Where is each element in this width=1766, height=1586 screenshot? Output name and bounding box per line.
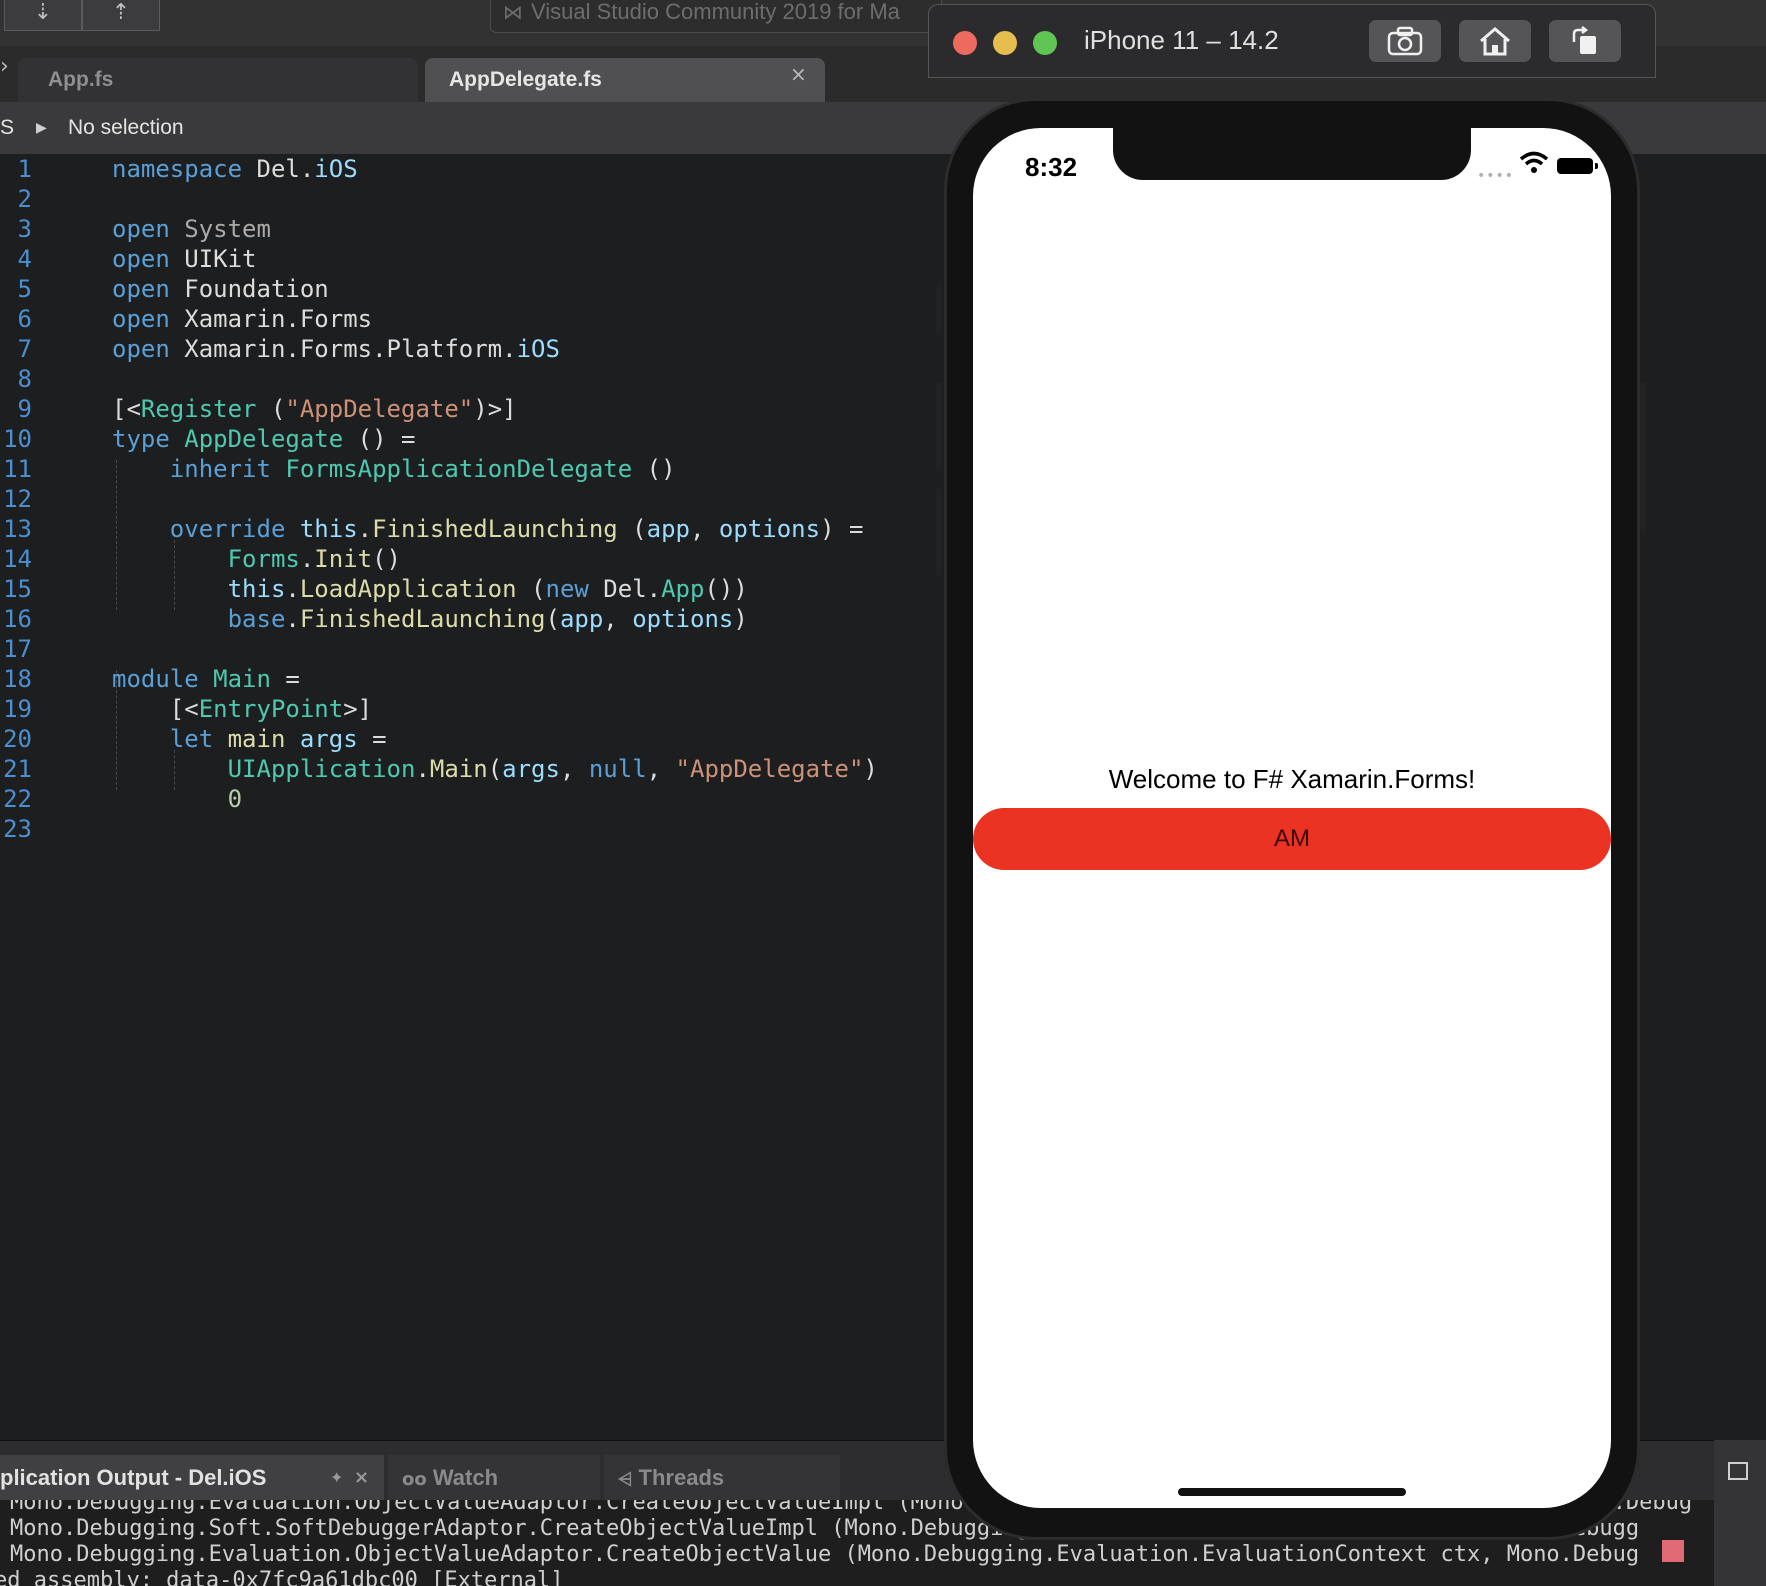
stop-output-button[interactable]	[1662, 1540, 1684, 1562]
screenshot-button[interactable]	[1369, 20, 1441, 62]
code-line-18: module Main =	[112, 665, 300, 693]
breadcrumb-selection[interactable]: No selection	[68, 102, 184, 154]
line-number: 23	[3, 815, 32, 843]
line-number: 2	[17, 185, 32, 213]
code-line-5: open Foundation	[112, 275, 329, 303]
volume-down-button	[936, 488, 942, 576]
line-number: 5	[17, 275, 32, 303]
line-number: 14	[3, 545, 32, 573]
close-window-button[interactable]	[953, 31, 977, 55]
mute-switch	[936, 284, 942, 334]
home-button[interactable]	[1459, 20, 1531, 62]
pin-icon[interactable]: ✦	[330, 1455, 343, 1501]
code-line-11: inherit FormsApplicationDelegate ()	[169, 455, 676, 483]
step-out-button[interactable]: ⇡	[82, 0, 160, 31]
line-number: 6	[17, 305, 32, 333]
line-number: 1	[17, 155, 32, 183]
tab-appdelegate-fs[interactable]: AppDelegate.fs	[425, 58, 825, 102]
line-number: 18	[3, 665, 32, 693]
zoom-window-button[interactable]	[1033, 31, 1057, 55]
threads-icon: ⩤	[618, 1469, 633, 1490]
step-into-icon: ⇣	[33, 0, 53, 25]
code-line-16: base.FinishedLaunching(app, options)	[227, 605, 748, 633]
power-button	[1640, 382, 1646, 532]
welcome-label: Welcome to F# Xamarin.Forms!	[1108, 764, 1476, 794]
visual-studio-icon: ⋈	[503, 0, 523, 24]
wifi-icon	[1519, 151, 1549, 173]
am-button[interactable]: AM	[973, 808, 1611, 870]
right-pad-controls	[1714, 1440, 1766, 1586]
tab-app-fs[interactable]: App.fs	[18, 58, 418, 102]
code-line-10: type AppDelegate () =	[112, 425, 416, 453]
line-number: 7	[17, 335, 32, 363]
battery-icon	[1557, 158, 1593, 174]
line-number: 4	[17, 245, 32, 273]
breadcrumb-arrow-icon: ▶	[36, 120, 47, 136]
line-number: 3	[17, 215, 32, 243]
line-number: 15	[3, 575, 32, 603]
line-number: 13	[3, 515, 32, 543]
line-number: 11	[3, 455, 32, 483]
code-line-20: let main args =	[169, 725, 387, 753]
line-number: 9	[17, 395, 32, 423]
line-number: 8	[17, 365, 32, 393]
line-number: 16	[3, 605, 32, 633]
code-line-13: override this.FinishedLaunching (app, op…	[169, 515, 864, 543]
tab-watch[interactable]: oo Watch	[388, 1455, 600, 1501]
status-title-bar: ⋈ Visual Studio Community 2019 for Ma	[490, 0, 942, 33]
output-tab-label: plication Output - Del.iOS	[0, 1465, 267, 1490]
output-line: ed assembly: data-0x7fc9a61dbc00 [Extern…	[0, 1568, 564, 1586]
code-line-21: UIApplication.Main(args, null, "AppDeleg…	[227, 755, 878, 783]
output-line: Mono.Debugging.Evaluation.ObjectValueAda…	[10, 1542, 1640, 1567]
line-number: 17	[3, 635, 32, 663]
code-line-19: [<EntryPoint>]	[112, 695, 373, 723]
line-number: 21	[3, 755, 32, 783]
code-line-4: open UIKit	[112, 245, 257, 273]
code-line-3: open System	[112, 215, 271, 243]
simulator-title: iPhone 11 – 14.2	[1084, 25, 1279, 55]
home-icon	[1480, 27, 1510, 56]
line-number: 19	[3, 695, 32, 723]
volume-up-button	[936, 382, 942, 470]
line-number: 10	[3, 425, 32, 453]
app-title: Visual Studio Community 2019 for Ma	[531, 0, 900, 24]
tab-close-icon[interactable]: ×	[790, 62, 807, 86]
tab-application-output[interactable]: plication Output - Del.iOS ✦ ×	[0, 1455, 384, 1501]
phone-screen: 8:32 •••• Welcome to F# Xamarin.Forms! A…	[973, 128, 1611, 1508]
status-time: 8:32	[1025, 152, 1078, 182]
code-line-6: open Xamarin.Forms	[112, 305, 373, 333]
code-line-14: Forms.Init()	[227, 545, 401, 573]
battery-tip	[1595, 163, 1598, 169]
line-number: 22	[3, 785, 32, 813]
code-line-9: [<Register ("AppDelegate")>]	[112, 395, 517, 423]
code-line-7: open Xamarin.Forms.Platform.iOS	[112, 335, 560, 363]
step-out-icon: ⇡	[111, 0, 131, 25]
code-line-15: this.LoadApplication (new Del.App())	[227, 575, 748, 603]
home-indicator[interactable]	[1178, 1488, 1406, 1496]
simulator-titlebar: iPhone 11 – 14.2	[928, 4, 1656, 78]
breadcrumb-prefix[interactable]: S	[0, 102, 14, 154]
close-icon[interactable]: ×	[354, 1455, 369, 1501]
code-line-1: namespace Del.iOS	[112, 155, 358, 183]
watch-tab-label: Watch	[432, 1465, 499, 1490]
tab-overflow-chevron-icon[interactable]: ›	[0, 54, 9, 79]
code-line-22: 0	[227, 785, 243, 813]
rotate-button[interactable]	[1549, 20, 1621, 62]
step-into-button[interactable]: ⇣	[4, 0, 82, 31]
window-restore-icon[interactable]	[1728, 1462, 1748, 1480]
cellular-signal-icon: ••••	[1477, 168, 1515, 184]
tab-threads[interactable]: ⩤ Threads	[604, 1455, 840, 1501]
line-number: 20	[3, 725, 32, 753]
minimize-window-button[interactable]	[993, 31, 1017, 55]
camera-icon	[1387, 26, 1423, 56]
rotate-icon	[1572, 26, 1596, 54]
glasses-icon: oo	[402, 1469, 427, 1490]
line-number: 12	[3, 485, 32, 513]
notch	[1113, 128, 1471, 180]
threads-tab-label: Threads	[638, 1465, 725, 1490]
